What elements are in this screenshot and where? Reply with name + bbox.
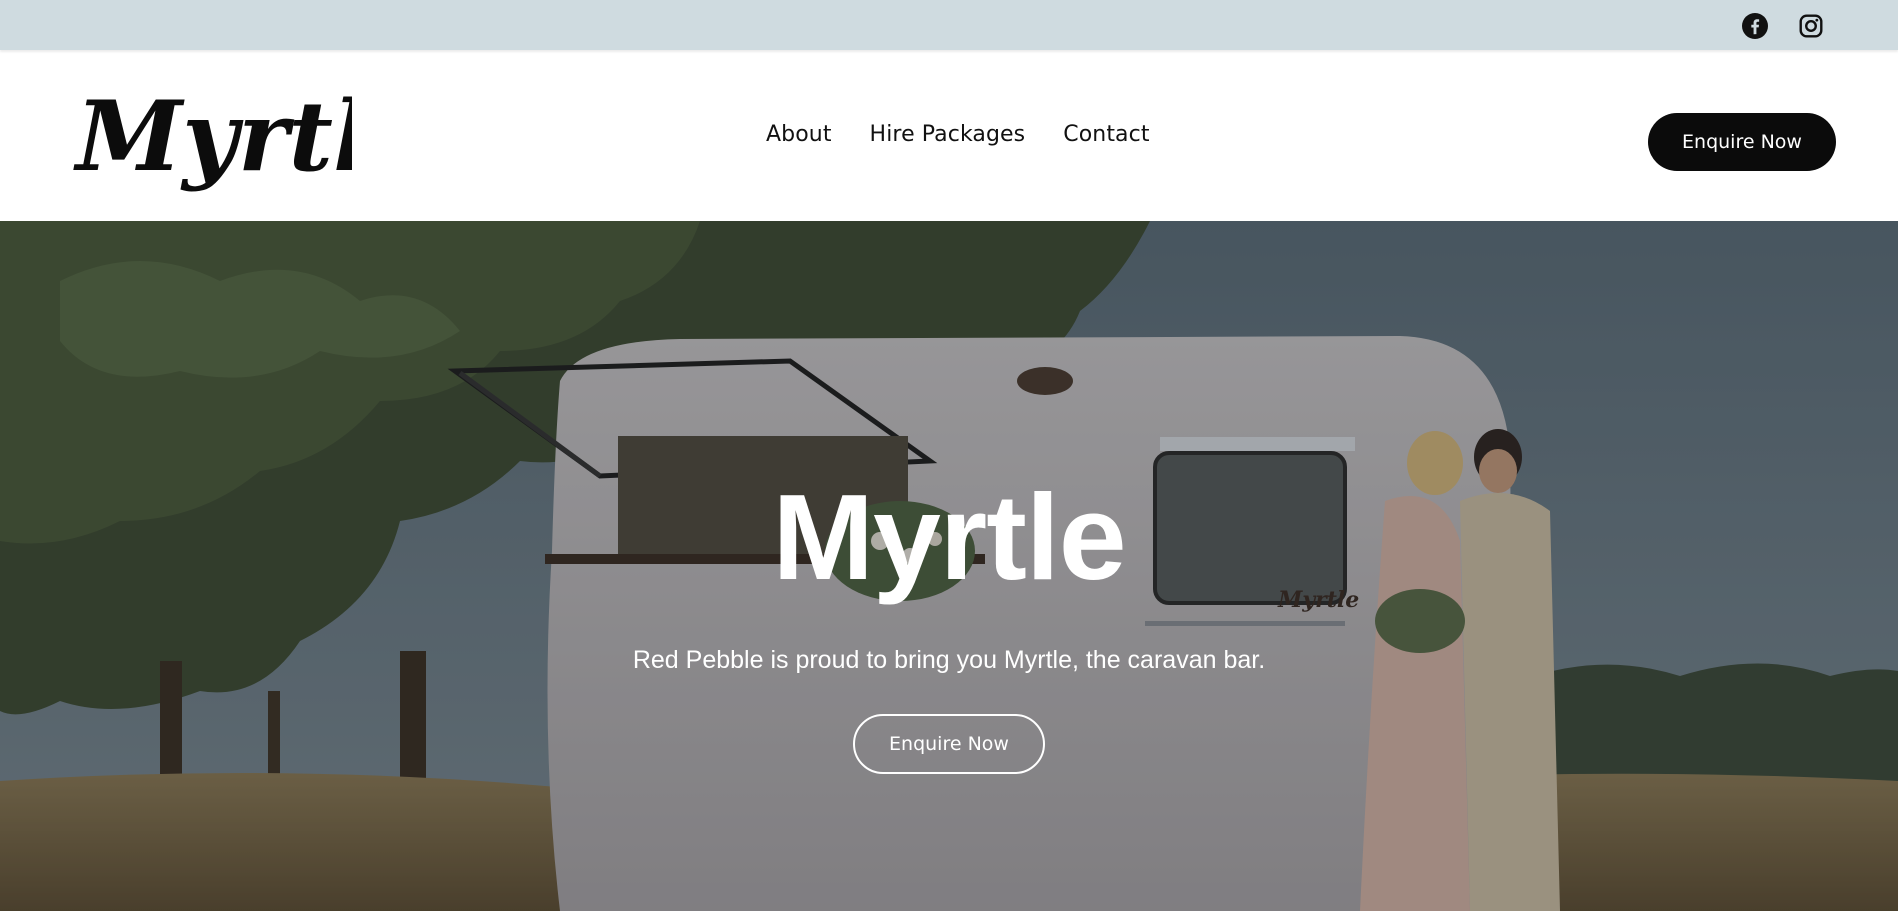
top-utility-bar <box>0 0 1898 50</box>
hero-subtitle: Red Pebble is proud to bring you Myrtle,… <box>632 646 1266 674</box>
nav-about[interactable]: About <box>766 122 832 152</box>
enquire-now-button-hero[interactable]: Enquire Now <box>853 714 1045 774</box>
main-nav: About Hire Packages Contact <box>766 122 1150 152</box>
hero-section: Myrtle Myrtle Red Pebble is proud to bri… <box>0 221 1898 911</box>
myrtle-logo[interactable]: Myrtle <box>72 72 352 202</box>
instagram-icon[interactable] <box>1798 13 1824 39</box>
nav-hire-packages[interactable]: Hire Packages <box>870 122 1026 152</box>
site-header: Myrtle About Hire Packages Contact Enqui… <box>0 50 1898 221</box>
hero-title: Myrtle <box>772 469 1126 605</box>
enquire-now-button-header[interactable]: Enquire Now <box>1648 113 1836 171</box>
facebook-icon[interactable] <box>1742 13 1768 39</box>
svg-text:Myrtle: Myrtle <box>73 80 352 193</box>
nav-contact[interactable]: Contact <box>1063 122 1149 152</box>
